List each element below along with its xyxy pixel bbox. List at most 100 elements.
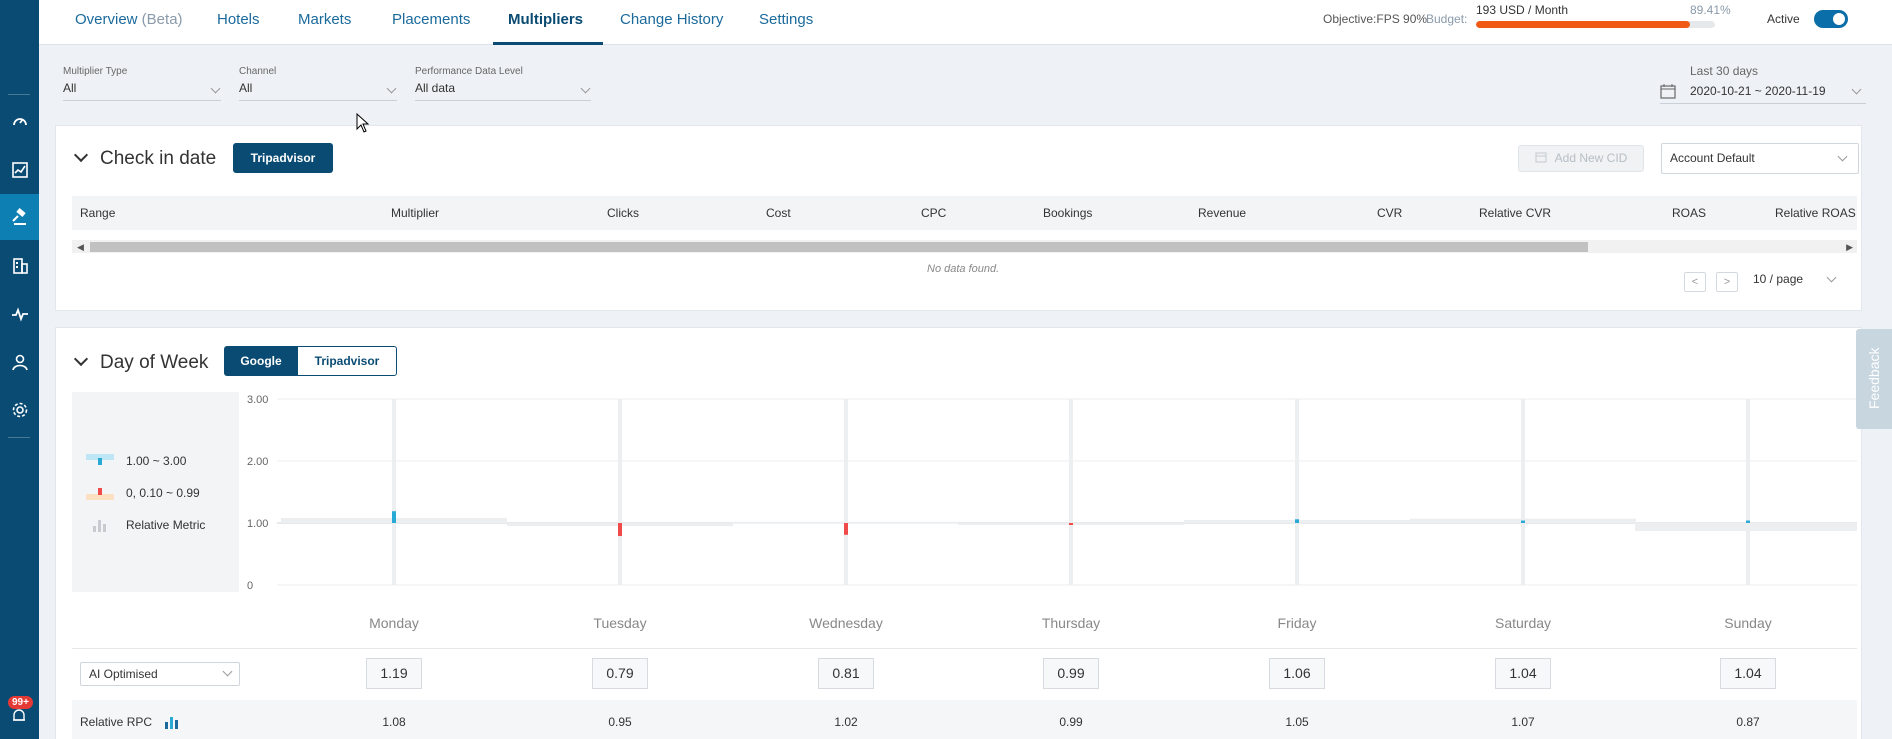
scroll-left-icon[interactable]: ◀ bbox=[77, 242, 84, 253]
tab-change-history[interactable]: Change History bbox=[620, 0, 723, 45]
column-header[interactable]: Relative ROAS bbox=[1775, 206, 1856, 220]
day-label: Thursday bbox=[1041, 615, 1101, 631]
y-tick-label: 1.00 bbox=[247, 518, 268, 530]
next-page-button[interactable]: > bbox=[1716, 272, 1738, 292]
date-range-picker[interactable]: 2020-10-21 ~ 2020-11-19 bbox=[1660, 82, 1866, 104]
multiplier-input[interactable]: 1.04 bbox=[1495, 658, 1551, 689]
tab-placements[interactable]: Placements bbox=[392, 0, 470, 45]
filter-label: Multiplier Type bbox=[63, 66, 128, 77]
prev-page-button[interactable]: < bbox=[1684, 272, 1706, 292]
select-value: 10 / page bbox=[1753, 272, 1804, 286]
date-range-value: 2020-10-21 ~ 2020-11-19 bbox=[1690, 84, 1826, 98]
column-header[interactable]: Revenue bbox=[1198, 206, 1246, 220]
legend-label: 1.00 ~ 3.00 bbox=[126, 454, 187, 468]
multiplier-input[interactable]: 1.04 bbox=[1720, 658, 1776, 689]
user-icon bbox=[11, 354, 28, 371]
sidebar-item-reports[interactable] bbox=[0, 147, 39, 193]
multiplier-bar bbox=[844, 523, 848, 535]
add-new-cid-button[interactable]: Add New CID bbox=[1518, 145, 1644, 172]
feedback-tab[interactable]: Feedback bbox=[1856, 329, 1892, 429]
day-of-week-title: Day of Week bbox=[100, 352, 209, 373]
column-header[interactable]: Clicks bbox=[607, 206, 639, 220]
column-header[interactable]: Range bbox=[80, 206, 115, 220]
tab-overview[interactable]: Overview (Beta) bbox=[75, 0, 183, 45]
multiplier-input[interactable]: 1.06 bbox=[1269, 658, 1325, 689]
multiplier-input[interactable]: 0.79 bbox=[592, 658, 648, 689]
chart-legend: 1.00 ~ 3.00 0, 0.10 ~ 0.99 Relative Metr… bbox=[72, 392, 239, 592]
page-size-select[interactable]: 10 / page bbox=[1753, 272, 1849, 292]
tripadvisor-button[interactable]: Tripadvisor bbox=[233, 143, 333, 173]
mode-select[interactable]: AI Optimised bbox=[80, 662, 240, 686]
rpc-value: 1.07 bbox=[1511, 715, 1535, 729]
multiplier-input[interactable]: 0.81 bbox=[818, 658, 874, 689]
bell-icon[interactable] bbox=[11, 708, 27, 724]
horizontal-scrollbar[interactable]: ◀ ▶ bbox=[72, 240, 1857, 253]
tab-markets[interactable]: Markets bbox=[298, 0, 351, 45]
multiplier-bar bbox=[1069, 523, 1073, 525]
scrollbar-thumb[interactable] bbox=[90, 242, 1588, 252]
sidebar-item-users[interactable] bbox=[0, 339, 39, 385]
pulse-icon bbox=[11, 307, 28, 322]
column-header[interactable]: Multiplier bbox=[391, 206, 439, 220]
legend-swatch bbox=[86, 486, 114, 500]
sidebar-item-bidding[interactable] bbox=[0, 194, 39, 240]
sidebar-item-activity[interactable] bbox=[0, 291, 39, 337]
select-value: Account Default bbox=[1670, 151, 1755, 165]
scroll-right-icon[interactable]: ▶ bbox=[1846, 242, 1853, 253]
gear-icon bbox=[12, 402, 27, 418]
account-select[interactable]: Account Default bbox=[1661, 143, 1859, 174]
column-header[interactable]: CPC bbox=[921, 206, 946, 220]
multiplier-input[interactable]: 1.19 bbox=[366, 658, 422, 689]
rpc-value: 0.95 bbox=[608, 715, 632, 729]
column-header[interactable]: ROAS bbox=[1672, 206, 1706, 220]
gauge-icon bbox=[12, 118, 27, 126]
tab-settings[interactable]: Settings bbox=[759, 0, 813, 45]
day-axis-line bbox=[1746, 399, 1750, 585]
performance-level-filter: Performance Data Level All data bbox=[415, 66, 591, 101]
rpc-value: 0.99 bbox=[1059, 715, 1083, 729]
chevron-down-icon bbox=[386, 83, 397, 94]
mouse-cursor-icon bbox=[356, 113, 370, 133]
objective-value: FPS 90% bbox=[1376, 12, 1428, 26]
notification-badge[interactable]: 99+ bbox=[8, 696, 33, 709]
tripadvisor-tab[interactable]: Tripadvisor bbox=[297, 346, 397, 376]
day-of-week-chart: 3.00 2.00 1.00 0 bbox=[247, 394, 1857, 592]
column-header[interactable]: CVR bbox=[1377, 206, 1402, 220]
column-header[interactable]: Bookings bbox=[1043, 206, 1092, 220]
legend-item: Relative Metric bbox=[86, 518, 205, 532]
day-label: Friday bbox=[1277, 615, 1317, 631]
chevron-down-icon bbox=[1826, 272, 1837, 283]
sidebar-item-overview[interactable] bbox=[0, 98, 39, 144]
multiplier-type-select[interactable]: All bbox=[63, 81, 221, 101]
sidebar-item-hotels[interactable] bbox=[0, 243, 39, 289]
column-header[interactable]: Relative CVR bbox=[1479, 206, 1551, 220]
tab-multipliers[interactable]: Multipliers bbox=[492, 0, 604, 45]
multiplier-type-filter: Multiplier Type All bbox=[63, 66, 221, 101]
chevron-down-icon bbox=[1851, 84, 1862, 95]
y-tick-label: 3.00 bbox=[247, 394, 268, 406]
rpc-value: 1.08 bbox=[382, 715, 406, 729]
empty-state: No data found. bbox=[927, 263, 1000, 275]
bar-chart-icon[interactable] bbox=[163, 715, 181, 729]
active-toggle[interactable] bbox=[1814, 10, 1848, 28]
rpc-label-text: Relative RPC bbox=[80, 715, 153, 729]
chevron-down-icon bbox=[580, 83, 591, 94]
chevron-down-icon bbox=[222, 666, 233, 677]
tab-hotels[interactable]: Hotels bbox=[217, 0, 260, 45]
sidebar: 99+ bbox=[0, 0, 39, 739]
day-label: Wednesday bbox=[809, 615, 883, 631]
multiplier-input[interactable]: 0.99 bbox=[1043, 658, 1099, 689]
active-label: Active bbox=[1767, 12, 1800, 26]
filter-label: Performance Data Level bbox=[415, 66, 523, 77]
relative-metric-icon bbox=[86, 518, 114, 532]
performance-level-select[interactable]: All data bbox=[415, 81, 591, 101]
day-label: Tuesday bbox=[593, 615, 647, 631]
channel-select[interactable]: All bbox=[239, 81, 397, 101]
chevron-down-icon bbox=[210, 83, 221, 94]
sidebar-item-settings[interactable] bbox=[0, 387, 39, 433]
y-tick-label: 2.00 bbox=[247, 456, 268, 468]
column-header[interactable]: Cost bbox=[766, 206, 791, 220]
google-tab[interactable]: Google bbox=[224, 346, 298, 376]
calendar-icon bbox=[1535, 152, 1547, 163]
objective-label: Objective: bbox=[1323, 12, 1377, 26]
